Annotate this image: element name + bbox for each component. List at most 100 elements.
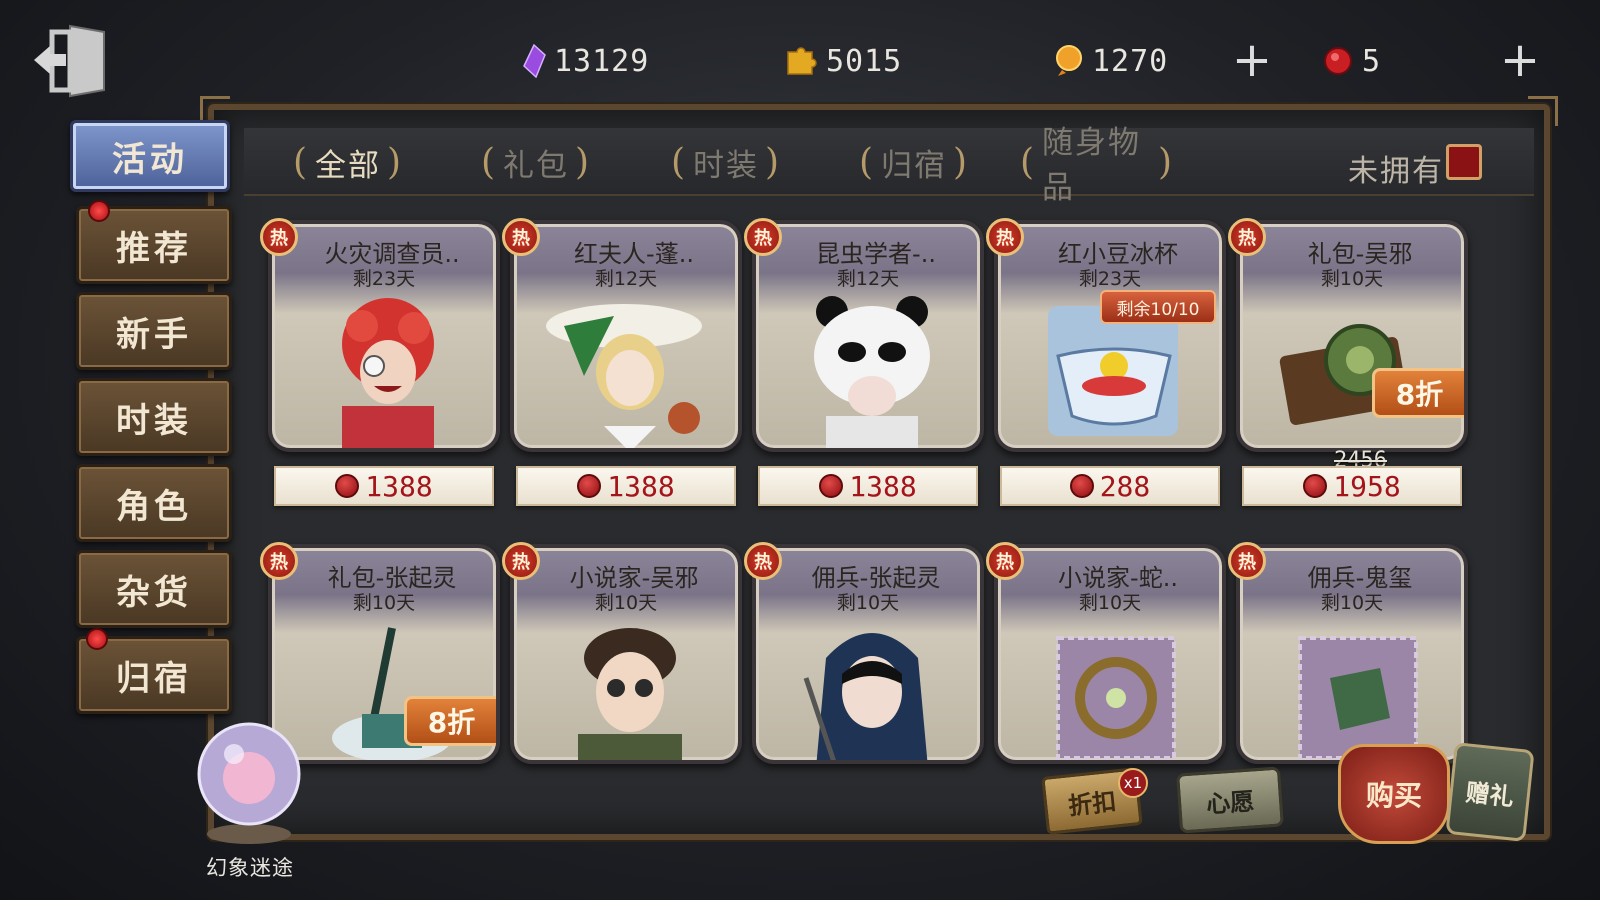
wish-button[interactable]: 心愿 <box>1176 766 1284 834</box>
novelist-wu-xie-portrait <box>578 628 682 760</box>
price-value: 1958 <box>1333 469 1401 503</box>
notification-dot <box>86 628 108 650</box>
red-echo-icon <box>1069 474 1094 498</box>
stock-remaining-badge: 剩余10/10 <box>1100 290 1216 324</box>
hot-badge: 热 <box>744 218 782 256</box>
nav-item-costume[interactable]: 时装 <box>76 378 232 456</box>
coupon-count-badge: x1 <box>1118 768 1148 798</box>
puzzle-counter: 5015 <box>784 38 902 84</box>
item-card[interactable]: 佣兵-鬼玺 剩10天 <box>1236 544 1468 764</box>
category-tabs: (全部) (礼包) (时装) (归宿) (随身物品) 未拥有 <box>244 125 1534 206</box>
laurel-icon: ) <box>765 141 782 183</box>
hot-badge: 热 <box>986 218 1024 256</box>
item-days-left: 剩12天 <box>836 268 900 290</box>
item-card[interactable]: 火灾调查员.. 剩23天 <box>268 220 500 452</box>
red-lady-portrait <box>546 304 702 448</box>
price-value: 288 <box>1099 469 1151 503</box>
item-card[interactable]: 昆虫学者-.. 剩12天 <box>752 220 984 452</box>
item-days-left: 剩10天 <box>1320 592 1384 614</box>
nav-label: 杂货 <box>116 572 192 613</box>
nav-label: 推荐 <box>116 228 192 269</box>
echo-counter: 5 <box>1322 38 1381 84</box>
puzzle-piece-icon <box>787 47 817 75</box>
item-days-left: 剩23天 <box>1078 268 1142 290</box>
laurel-icon: ( <box>1020 141 1037 183</box>
price-value: 1388 <box>365 469 433 503</box>
laurel-icon: ) <box>575 141 592 183</box>
hot-badge: 热 <box>260 218 298 256</box>
novelist-snake-stamp-icon <box>1056 636 1176 760</box>
nav-item-newbie[interactable]: 新手 <box>76 292 232 370</box>
tab-label: 全部 <box>315 147 381 184</box>
item-days-left: 剩10天 <box>1078 592 1142 614</box>
tab-costume[interactable]: (时装) <box>638 136 814 188</box>
price-value: 1388 <box>849 469 917 503</box>
laurel-icon: ) <box>387 141 404 183</box>
coupon-label: 折扣 <box>1066 787 1118 820</box>
item-card[interactable]: 礼包-吴邪 剩10天 8折 <box>1236 220 1468 452</box>
mercenary-zhang-qiling-portrait <box>803 633 928 760</box>
unowned-filter-checkbox[interactable] <box>1446 144 1482 180</box>
fire-investigator-portrait <box>342 298 434 448</box>
item-days-left: 剩10天 <box>352 592 416 614</box>
red-echo-icon <box>335 474 360 498</box>
tab-all[interactable]: (全部) <box>260 136 436 188</box>
gift-button[interactable]: 赠礼 <box>1445 742 1535 842</box>
item-days-left: 剩10天 <box>594 592 658 614</box>
coin-value: 1270 <box>1092 43 1169 79</box>
nav-item-event[interactable]: 活动 <box>70 120 230 192</box>
hot-badge: 热 <box>502 218 540 256</box>
price-button[interactable]: 1388 <box>274 466 494 506</box>
price-button[interactable]: 288 <box>1000 466 1220 506</box>
red-echo-icon <box>819 474 844 498</box>
nav-label: 时装 <box>116 400 192 441</box>
item-days-left: 剩23天 <box>352 268 416 290</box>
laurel-icon: ( <box>670 141 687 183</box>
price-button[interactable]: 1388 <box>758 466 978 506</box>
red-echo-icon <box>1324 47 1352 75</box>
orb-label: 幻象迷途 <box>206 856 294 880</box>
item-days-left: 剩10天 <box>1320 268 1384 290</box>
tab-accessory[interactable]: (随身物品) <box>1014 125 1180 206</box>
tab-label: 随身物品 <box>1042 125 1142 206</box>
hot-badge: 热 <box>1228 218 1266 256</box>
price-button[interactable]: 1958 <box>1242 466 1462 506</box>
puzzle-value: 5015 <box>826 43 903 79</box>
entomologist-panda-portrait <box>814 296 930 448</box>
laurel-icon: ) <box>1157 141 1174 183</box>
buy-button[interactable]: 购买 <box>1338 744 1450 844</box>
coin-counter: 1270 <box>1054 38 1168 84</box>
item-card[interactable]: 佣兵-张起灵 剩10天 <box>752 544 984 764</box>
wish-label: 心愿 <box>1205 786 1256 819</box>
nav-label: 新手 <box>116 314 192 355</box>
hot-badge: 热 <box>502 542 540 580</box>
gift-label: 赠礼 <box>1464 778 1516 811</box>
item-card[interactable]: 红小豆冰杯 剩23天 剩余10/10 <box>994 220 1226 452</box>
item-days-left: 剩10天 <box>836 592 900 614</box>
illusion-orb-icon[interactable] <box>194 718 304 846</box>
price-value: 1388 <box>607 469 675 503</box>
tab-label: 时装 <box>693 147 759 184</box>
red-echo-icon <box>577 474 602 498</box>
item-card[interactable]: 小说家-吴邪 剩10天 <box>510 544 742 764</box>
gem-value: 13129 <box>554 43 650 79</box>
nav-item-character[interactable]: 角色 <box>76 464 232 542</box>
nav-item-goods[interactable]: 杂货 <box>76 550 232 628</box>
hot-badge: 热 <box>260 542 298 580</box>
tab-bundle[interactable]: (礼包) <box>448 136 624 188</box>
tab-home[interactable]: (归宿) <box>826 136 1002 188</box>
unowned-filter-label: 未拥有 <box>1348 154 1444 189</box>
laurel-icon: ( <box>292 141 309 183</box>
notification-dot <box>88 200 110 222</box>
add-coin-button[interactable]: + <box>1230 36 1274 84</box>
item-days-left: 剩12天 <box>594 268 658 290</box>
echo-value: 5 <box>1362 43 1382 79</box>
add-echo-button[interactable]: + <box>1498 36 1542 84</box>
item-card[interactable]: 红夫人-蓬.. 剩12天 <box>510 220 742 452</box>
exit-door-icon[interactable] <box>32 20 110 98</box>
discount-badge: 8折 <box>1372 368 1464 418</box>
hot-badge: 热 <box>1228 542 1266 580</box>
price-button[interactable]: 1388 <box>516 466 736 506</box>
nav-label: 角色 <box>116 486 192 527</box>
item-card[interactable]: 小说家-蛇.. 剩10天 <box>994 544 1226 764</box>
